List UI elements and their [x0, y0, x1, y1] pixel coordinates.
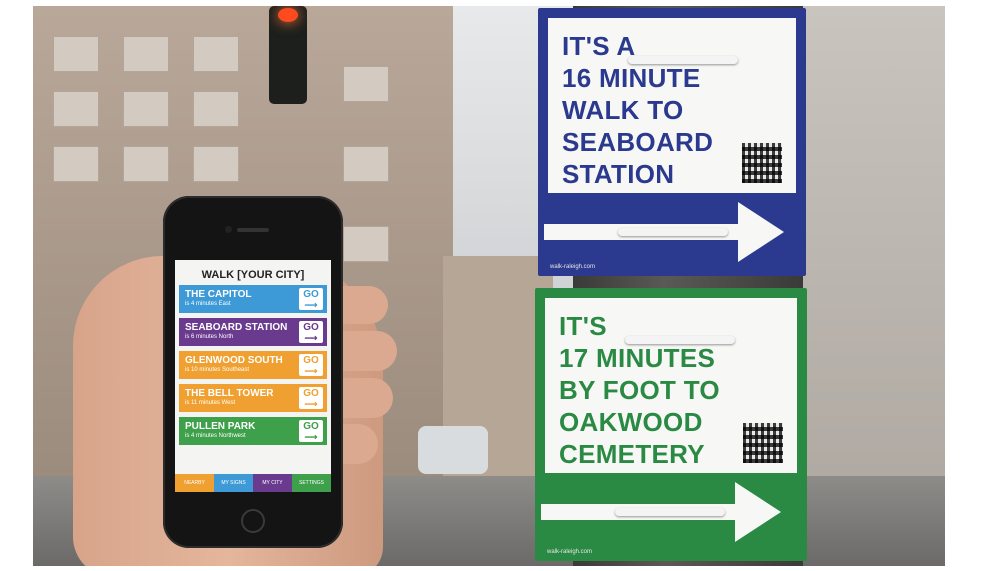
tab-my-signs[interactable]: MY SIGNS	[214, 474, 253, 492]
front-camera-icon	[225, 226, 232, 233]
tab-nearby[interactable]: NEARBY	[175, 474, 214, 492]
sign-message: IT'S A 16 MINUTE WALK TO SEABOARD STATIO…	[562, 31, 714, 189]
destination-list: THE CAPITOL is 4 minutes East GO ⟶ SEABOARD …	[175, 285, 331, 445]
go-button[interactable]: GO ⟶	[299, 420, 323, 442]
green-wayfinding-sign: IT'S 17 MINUTES BY FOOT TO OAKWOOD CEMET…	[535, 288, 807, 561]
destination-name: THE BELL TOWER	[185, 388, 274, 399]
tab-settings[interactable]: SETTINGS	[292, 474, 331, 492]
sign-url: walk-raleigh.com	[547, 549, 593, 555]
go-label: GO	[303, 421, 319, 432]
go-label: GO	[303, 322, 319, 333]
destination-time: is 4 minutes Northwest	[185, 433, 246, 439]
destination-time: is 4 minutes East	[185, 301, 231, 307]
destination-row[interactable]: PULLEN PARK is 4 minutes Northwest GO ⟶	[179, 417, 327, 445]
app-title: WALK [YOUR CITY]	[201, 269, 305, 281]
phone-screen: WALK [YOUR CITY] THE CAPITOL is 4 minutes…	[175, 260, 331, 492]
sign-panel: IT'S 17 MINUTES BY FOOT TO OAKWOOD CEMET…	[545, 298, 797, 473]
go-label: GO	[303, 289, 319, 300]
destination-time: is 11 minutes West	[185, 400, 236, 406]
sign-message: IT'S 17 MINUTES BY FOOT TO OAKWOOD CEMET…	[559, 311, 720, 469]
destination-name: PULLEN PARK	[185, 421, 256, 432]
go-button[interactable]: GO ⟶	[299, 387, 323, 409]
zip-tie	[618, 228, 728, 236]
tab-bar: NEARBY MY SIGNS MY CITY SETTINGS	[175, 474, 331, 492]
destination-row[interactable]: SEABOARD STATION is 6 minutes North GO ⟶	[179, 318, 327, 346]
speaker-grille	[237, 228, 269, 232]
zip-tie	[615, 508, 725, 516]
go-button[interactable]: GO ⟶	[299, 321, 323, 343]
go-button[interactable]: GO ⟶	[299, 354, 323, 376]
parked-car	[418, 426, 488, 474]
sign-url: walk-raleigh.com	[550, 264, 596, 270]
street-photo: IT'S A 16 MINUTE WALK TO SEABOARD STATIO…	[33, 6, 945, 566]
smartphone: WALK [YOUR CITY] THE CAPITOL is 4 minutes…	[163, 196, 343, 548]
destination-row[interactable]: GLENWOOD SOUTH is 10 minutes Southeast GO ⟶	[179, 351, 327, 379]
sign-panel: IT'S A 16 MINUTE WALK TO SEABOARD STATIO…	[548, 18, 796, 193]
destination-row[interactable]: THE CAPITOL is 4 minutes East GO ⟶	[179, 285, 327, 313]
traffic-light-red-lamp	[278, 8, 298, 22]
go-label: GO	[303, 355, 319, 366]
right-arrow-icon	[538, 198, 806, 268]
blue-wayfinding-sign: IT'S A 16 MINUTE WALK TO SEABOARD STATIO…	[538, 8, 806, 276]
destination-name: THE CAPITOL	[185, 289, 252, 300]
right-arrow-icon	[535, 478, 807, 548]
destination-time: is 10 minutes Southeast	[185, 367, 250, 373]
zip-tie	[628, 56, 738, 64]
go-arrow-icon: ⟶	[304, 333, 318, 343]
go-arrow-icon: ⟶	[304, 432, 318, 442]
tab-my-city[interactable]: MY CITY	[253, 474, 292, 492]
go-label: GO	[303, 388, 319, 399]
qr-code-icon[interactable]	[743, 423, 783, 463]
go-arrow-icon: ⟶	[304, 399, 318, 409]
home-button[interactable]	[241, 509, 265, 533]
destination-time: is 6 minutes North	[185, 334, 234, 340]
building-right	[793, 6, 945, 476]
go-arrow-icon: ⟶	[304, 366, 318, 376]
destination-name: SEABOARD STATION	[185, 322, 288, 333]
zip-tie	[625, 336, 735, 344]
go-button[interactable]: GO ⟶	[299, 288, 323, 310]
qr-code-icon[interactable]	[742, 143, 782, 183]
destination-row[interactable]: THE BELL TOWER is 11 minutes West GO ⟶	[179, 384, 327, 412]
go-arrow-icon: ⟶	[304, 300, 318, 310]
destination-name: GLENWOOD SOUTH	[185, 355, 283, 366]
